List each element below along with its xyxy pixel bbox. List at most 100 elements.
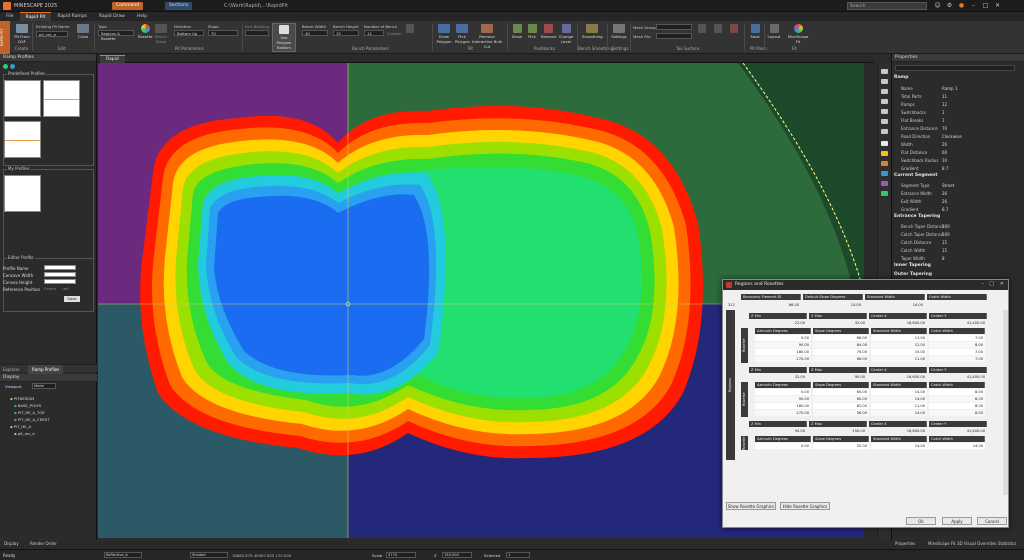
mesh-file-select[interactable] [656, 33, 692, 39]
property-row[interactable]: Catch Distance 15 [892, 238, 1024, 246]
tree-item-base-polys[interactable]: ▪ BASE_POLYS [14, 403, 41, 408]
tab-statistics[interactable]: Statistics [998, 541, 1016, 546]
rosette-value-cell[interactable]: 8.00 [929, 403, 985, 409]
menu-help[interactable]: Help [131, 12, 153, 21]
property-row[interactable]: Name Ramp 1 [892, 84, 1024, 92]
view-tab-rapid[interactable]: Rapid [100, 55, 125, 63]
minescape-fit-button[interactable]: MineScape Fit [786, 24, 810, 44]
rosette-value-cell[interactable]: 7.00 [929, 349, 985, 355]
color-icon[interactable] [881, 161, 888, 166]
rosette-value-cell[interactable]: 12.00 [871, 342, 927, 348]
property-row[interactable]: Switchbacks 1 [892, 108, 1024, 116]
view-tool-icon[interactable] [881, 89, 888, 94]
tree-item-pitdesign[interactable]: ▪ PITDESIGN [10, 396, 34, 401]
layer-icon[interactable] [881, 171, 888, 176]
tab-explorer[interactable]: Explorer [3, 367, 20, 372]
toe-btn-2[interactable] [712, 24, 724, 34]
section-ramp[interactable]: Ramp [894, 75, 908, 80]
property-row[interactable]: Gradient 8.7 [892, 205, 1024, 213]
rosette-value-cell[interactable]: 0.00 [755, 389, 811, 395]
slope-field[interactable]: 70 [208, 30, 238, 36]
region-value-cell[interactable]: -22.00 [749, 320, 807, 326]
property-value[interactable]: 10 [942, 158, 947, 163]
bench-slope-button[interactable]: Bench Slope [154, 24, 168, 44]
tree-item-toe[interactable]: ▪ PIT_HE_A_TOE [14, 410, 45, 415]
top-value-cell[interactable]: 66.00 [741, 302, 801, 308]
remove-bulk-cut-button[interactable]: Remove Interactive Bulk Cut [472, 24, 502, 49]
view-tool-icon[interactable] [881, 119, 888, 124]
section-sec_inner[interactable]: Inner Tapering [894, 263, 931, 268]
view-tool-icon[interactable] [881, 99, 888, 104]
rosette-value-cell[interactable]: 70.00 [813, 349, 869, 355]
bench-height-field[interactable]: 15 [333, 30, 359, 36]
convex-height-field[interactable] [44, 279, 76, 284]
rosette-value-cell[interactable]: 11.00 [871, 356, 927, 362]
property-value[interactable]: Ramp 1 [942, 86, 957, 91]
property-row[interactable]: Bench Taper Distance 500 [892, 222, 1024, 230]
edit-button[interactable] [404, 24, 416, 34]
direction-select[interactable]: Bottom Up [174, 30, 204, 36]
rosette-value-cell[interactable]: 10.00 [871, 349, 927, 355]
property-value[interactable]: 8.7 [942, 166, 948, 171]
property-value[interactable]: 70 [942, 126, 947, 131]
rosette-value-cell[interactable]: 8.00 [929, 396, 985, 402]
tab-properties[interactable]: Properties [895, 541, 915, 546]
property-row[interactable]: Total Parts 11 [892, 92, 1024, 100]
tab-display[interactable]: Display [4, 541, 19, 546]
bench-width-field[interactable]: 40 [302, 30, 328, 36]
property-row[interactable]: Entrance Distance 70 [892, 124, 1024, 132]
help-icon[interactable]: ● [958, 2, 965, 9]
region-value-cell[interactable]: 16,600.00 [869, 320, 927, 326]
rosette-value-cell[interactable]: 8.00 [929, 342, 985, 348]
existing-pit-name-field[interactable]: pit_rec_e [36, 31, 68, 37]
rosette-value-cell[interactable]: 64.00 [813, 342, 869, 348]
settings-icon[interactable]: ⚙ [946, 2, 953, 9]
section-sec_outer[interactable]: Outer Tapering [894, 272, 932, 277]
apply-button[interactable]: Apply [942, 517, 972, 525]
rosette-value-cell[interactable]: 7.00 [929, 356, 985, 362]
property-row[interactable]: Road Direction Clockwise [892, 132, 1024, 140]
rosette-value-cell[interactable]: 8.00 [929, 389, 985, 395]
property-row[interactable]: Entrance Width 26 [892, 189, 1024, 197]
rosette-value-cell[interactable]: 52.00 [813, 443, 869, 449]
profile-thumbnail[interactable] [4, 121, 41, 158]
ref-centre-radio[interactable]: Centre [44, 287, 56, 291]
tab-3d-visual-overrides[interactable]: 3D Visual Overrides [957, 541, 997, 546]
view-tool-icon[interactable] [881, 69, 888, 74]
cancel-button[interactable]: Cancel [977, 517, 1007, 525]
ref-left-radio[interactable]: Left [62, 287, 69, 291]
region-value-cell[interactable]: 90.00 [809, 374, 867, 380]
rosette-value-cell[interactable]: 7.00 [929, 335, 985, 341]
property-row[interactable]: Catch Taper Distance 500 [892, 230, 1024, 238]
property-value[interactable]: 15 [942, 240, 947, 245]
close-icon[interactable]: ✕ [994, 2, 1001, 9]
draw-polygon-button[interactable]: Draw Polygon [436, 24, 452, 44]
property-row[interactable]: Ramps 12 [892, 100, 1024, 108]
tree-item-pit-he-a[interactable]: ▪ PIT_HE_A [10, 424, 31, 429]
rosette-value-cell[interactable]: 270.00 [755, 410, 811, 416]
number-of-bench-field[interactable]: 12 [364, 30, 384, 36]
property-value[interactable]: 12 [942, 102, 947, 107]
property-row[interactable]: Flat Breaks 1 [892, 116, 1024, 124]
rosette-value-cell[interactable]: 14.00 [871, 389, 927, 395]
custom-checkbox[interactable]: Custom [387, 31, 402, 36]
property-row[interactable]: Exit Width 26 [892, 197, 1024, 205]
add-profile-icon[interactable] [3, 64, 8, 69]
rosette-value-cell[interactable]: 180.00 [755, 349, 811, 355]
smoothing-button[interactable]: Smoothing [582, 24, 603, 39]
rosette-value-cell[interactable]: 8.00 [929, 410, 985, 416]
hide-rosette-graphics-button[interactable]: Hide Rosette Graphics [780, 502, 830, 510]
rosette-value-cell[interactable]: 90.00 [755, 396, 811, 402]
region-value-cell[interactable]: 16,600.00 [869, 428, 927, 434]
ribbon-side-tab[interactable]: RAPID PIT [0, 21, 10, 54]
grid-icon[interactable] [881, 191, 888, 196]
top-value-cell[interactable]: 312 [726, 302, 736, 308]
toe-btn-1[interactable] [696, 24, 708, 34]
property-row[interactable]: Switchback Radius 10 [892, 156, 1024, 164]
user-icon[interactable]: ☺ [934, 2, 941, 9]
region-value-cell[interactable]: 41,400.00 [929, 374, 987, 380]
rosette-value-cell[interactable]: 270.00 [755, 356, 811, 362]
show-rosette-graphics-button[interactable]: Show Rosette Graphics [726, 502, 776, 510]
profile-name-field[interactable] [44, 265, 76, 270]
property-value[interactable]: 8.7 [942, 207, 948, 212]
